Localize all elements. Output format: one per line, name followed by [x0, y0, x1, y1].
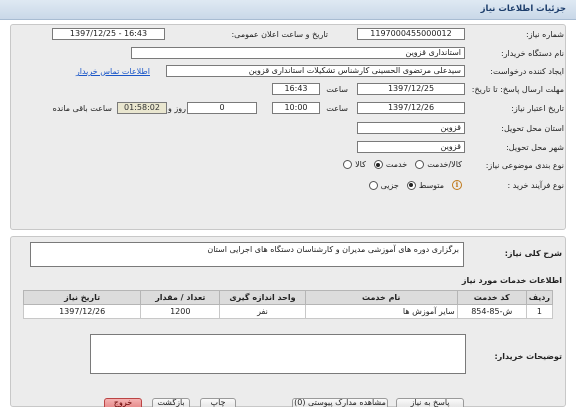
cell-quantity: 1200 — [140, 304, 221, 319]
process-option-medium[interactable]: متوسط — [406, 180, 444, 190]
back-button[interactable]: بازگشت — [152, 398, 190, 407]
category-radio-group: کالا خدمت کالا/خدمت — [343, 160, 462, 169]
cell-service-code: ش-85-854 — [456, 304, 527, 319]
need-number-label: شماره نیاز: — [526, 30, 564, 39]
reply-date-field[interactable]: 1397/12/25 — [357, 83, 465, 95]
buyer-org-field[interactable]: استانداری قزوین — [131, 47, 465, 59]
announce-datetime-field[interactable]: 1397/12/25 - 16:43 — [52, 28, 165, 40]
days-label: روز و — [168, 104, 186, 113]
cell-unit: نفر — [219, 304, 306, 319]
buyer-org-label: نام دستگاه خریدار: — [501, 49, 564, 58]
exit-button[interactable]: خروج — [104, 398, 142, 407]
cell-row-number: 1 — [525, 304, 554, 319]
validity-date-label: تاریخ اعتبار نیاز: — [511, 104, 564, 113]
radio-button[interactable] — [343, 160, 353, 169]
reply-to-need-button[interactable]: پاسخ به نیاز — [396, 398, 464, 407]
radio-button-selected[interactable] — [373, 160, 383, 169]
category-option-service[interactable]: خدمت — [373, 160, 408, 169]
validity-date-field[interactable]: 1397/12/26 — [357, 102, 465, 114]
reply-time-field[interactable]: 16:43 — [272, 83, 320, 95]
need-description-text: برگزاری دوره های آموزشی مدیران و کارشناس… — [207, 245, 459, 254]
category-option-goods-service-label: کالا/خدمت — [427, 160, 462, 169]
contact-info-link[interactable]: اطلاعات تماس خریدار — [76, 67, 150, 76]
need-description-box: برگزاری دوره های آموزشی مدیران و کارشناس… — [30, 242, 464, 267]
need-description-label: شرح کلی نیاز: — [504, 249, 562, 258]
radio-button[interactable] — [415, 160, 425, 169]
cell-need-date: 1397/12/26 — [22, 304, 142, 319]
col-unit: واحد اندازه گیری — [219, 290, 306, 305]
process-option-medium-label: متوسط — [418, 180, 444, 190]
print-button[interactable]: چاپ — [200, 398, 236, 407]
view-attachments-button[interactable]: مشاهده مدارک پیوستی (0) — [292, 398, 388, 407]
category-label: نوع بندی موضوعی نیاز: — [485, 161, 564, 170]
process-type-label: نوع فرآیند خرید : — [507, 181, 564, 190]
category-option-goods-label: کالا — [355, 160, 366, 169]
validity-hour-label: ساعت — [326, 104, 348, 113]
creator-label: ایجاد کننده درخواست: — [490, 67, 564, 76]
category-option-goods-service[interactable]: کالا/خدمت — [415, 160, 462, 169]
cell-service-name: سایر آموزش ها — [304, 304, 458, 319]
validity-time-field[interactable]: 10:00 — [272, 102, 320, 114]
announce-datetime-label: تاریخ و ساعت اعلان عمومی: — [231, 30, 328, 39]
remaining-time-display: 01:58:02 — [117, 102, 167, 114]
col-service-code: کد خدمت — [456, 290, 527, 305]
delivery-city-label: شهر محل تحویل: — [506, 143, 564, 152]
col-row-number: ردیف — [525, 290, 554, 305]
buyer-notes-label: توضیحات خریدار: — [494, 352, 562, 361]
table-header-row: ردیف کد خدمت نام خدمت واحد اندازه گیری ت… — [22, 290, 554, 305]
info-icon[interactable]: i — [452, 180, 462, 190]
title-bar: جزئیات اطلاعات نیاز — [0, 0, 576, 20]
col-service-name: نام خدمت — [304, 290, 458, 305]
buyer-notes-box — [90, 334, 466, 374]
services-section-title: اطلاعات خدمات مورد نیاز — [461, 276, 562, 285]
category-option-service-label: خدمت — [385, 160, 408, 169]
need-number-field[interactable]: 1197000455000012 — [357, 28, 465, 40]
process-radio-group: جزیی متوسط i — [368, 180, 462, 190]
delivery-province-field[interactable]: قزوین — [357, 122, 465, 134]
radio-button-selected[interactable] — [406, 180, 416, 190]
radio-button[interactable] — [368, 180, 378, 190]
process-option-minor[interactable]: جزیی — [368, 180, 399, 190]
col-quantity: تعداد / مقدار — [140, 290, 221, 305]
remaining-time-label: ساعت باقی مانده — [52, 104, 112, 113]
delivery-province-label: استان محل تحویل: — [501, 124, 564, 133]
process-option-minor-label: جزیی — [380, 180, 399, 190]
delivery-city-field[interactable]: قزوین — [357, 141, 465, 153]
creator-field[interactable]: سیدعلی مرتضوی الحسینی کارشناس تشکیلات اس… — [166, 65, 465, 77]
services-table: ردیف کد خدمت نام خدمت واحد اندازه گیری ت… — [22, 290, 554, 319]
page-title: جزئیات اطلاعات نیاز — [480, 4, 566, 14]
table-row[interactable]: 1 ش-85-854 سایر آموزش ها نفر 1200 1397/1… — [22, 304, 554, 319]
reply-deadline-label: مهلت ارسال پاسخ: تا تاریخ: — [471, 85, 564, 94]
col-need-date: تاریخ نیاز — [22, 290, 142, 305]
category-option-goods[interactable]: کالا — [343, 160, 366, 169]
reply-hour-label: ساعت — [326, 85, 348, 94]
remaining-days-field[interactable]: 0 — [187, 102, 257, 114]
